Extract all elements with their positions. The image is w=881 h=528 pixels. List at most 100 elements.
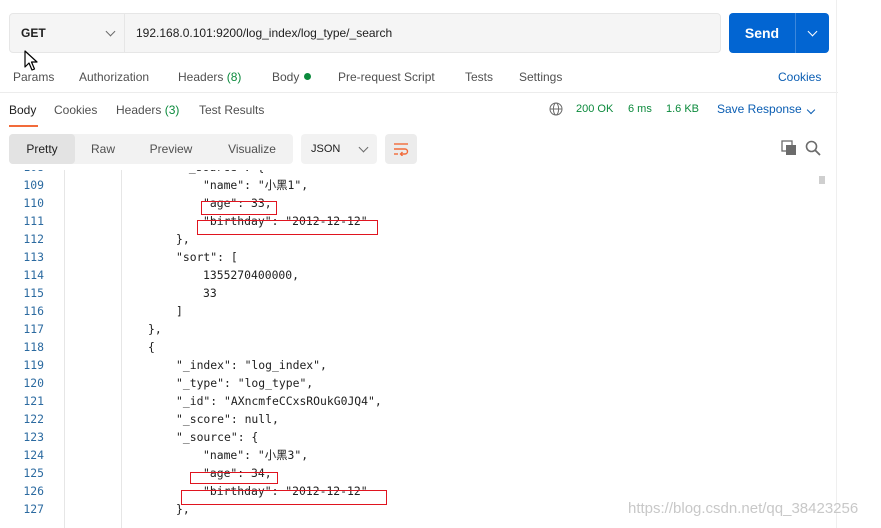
code-text: ]: [176, 304, 183, 318]
language-select[interactable]: JSON: [301, 134, 377, 164]
line-number: 117: [23, 322, 44, 336]
tab-authorization[interactable]: Authorization: [79, 70, 149, 84]
code-line: 115 33: [0, 284, 830, 302]
send-options-button[interactable]: [795, 13, 829, 53]
code-line: 124 "name": "小黑3",: [0, 446, 830, 464]
format-pretty-button[interactable]: Pretty: [9, 134, 75, 164]
code-line: 120 "_type": "log_type",: [0, 374, 830, 392]
line-number: 121: [23, 394, 44, 408]
line-number: 111: [23, 214, 44, 228]
response-body-viewer[interactable]: 108"_source": {109"name": "小黑1",110"age"…: [0, 170, 838, 528]
highlight-box-age-1: [201, 201, 277, 215]
method-label: GET: [21, 26, 46, 40]
code-line: 111 "birthday": "2012-12-12": [0, 212, 830, 230]
line-number: 112: [23, 232, 44, 246]
code-line: 109 "name": "小黑1",: [0, 176, 830, 194]
chevron-down-icon: [807, 26, 818, 36]
line-number: 114: [23, 268, 44, 282]
line-number: 124: [23, 448, 44, 462]
tab-body[interactable]: Body: [272, 70, 312, 84]
globe-icon[interactable]: [549, 102, 563, 116]
code-line: 113 "sort": [: [0, 248, 830, 266]
line-number: 125: [23, 466, 44, 480]
chevron-down-icon: [806, 105, 815, 115]
response-tab-headers[interactable]: Headers (3): [116, 103, 179, 117]
code-text: 33: [203, 286, 217, 300]
tab-body-label: Body: [272, 70, 300, 84]
line-number: 115: [23, 286, 44, 300]
divider: [0, 92, 838, 93]
request-bar: GET 192.168.0.101:9200/log_index/log_typ…: [9, 13, 721, 53]
scrollbar-thumb[interactable]: [819, 176, 825, 184]
code-line: 126 "birthday": "2012-12-12": [0, 482, 830, 500]
highlight-box-age-2: [190, 472, 278, 484]
send-button-group: Send: [729, 13, 829, 53]
send-button[interactable]: Send: [729, 13, 795, 53]
response-tab-body[interactable]: Body: [9, 103, 36, 117]
status-code[interactable]: 200 OK: [576, 103, 613, 115]
code-text: "_score": null,: [176, 412, 279, 426]
code-text: },: [148, 322, 162, 336]
response-headers-count: (3): [164, 103, 180, 117]
wrap-lines-button[interactable]: [385, 134, 417, 164]
response-time[interactable]: 6 ms: [628, 103, 652, 115]
code-line: 110 "age": 33,: [0, 194, 830, 212]
code-line: 119 "_index": "log_index",: [0, 356, 830, 374]
code-line: 112},: [0, 230, 830, 248]
line-number: 120: [23, 376, 44, 390]
line-number: 127: [23, 502, 44, 516]
body-indicator-dot: [304, 73, 312, 80]
cookies-link[interactable]: Cookies: [778, 70, 821, 84]
code-text: "_id": "AXncmfeCCxsROukG0JQ4",: [176, 394, 382, 408]
code-line: 125 "age": 34,: [0, 464, 830, 482]
line-number: 122: [23, 412, 44, 426]
divider: [836, 0, 837, 528]
method-select[interactable]: GET: [10, 14, 125, 52]
line-number: 110: [23, 196, 44, 210]
tab-params[interactable]: Params: [13, 70, 54, 84]
code-text: 1355270400000,: [203, 268, 300, 282]
url-input[interactable]: 192.168.0.101:9200/log_index/log_type/_s…: [125, 14, 720, 52]
chevron-down-icon: [358, 142, 369, 152]
tab-headers-label: Headers: [178, 70, 224, 84]
copy-icon[interactable]: [781, 140, 797, 156]
tab-pre-request-script[interactable]: Pre-request Script: [338, 70, 435, 84]
line-number: 116: [23, 304, 44, 318]
line-number: 109: [23, 178, 44, 192]
code-text: "_type": "log_type",: [176, 376, 314, 390]
response-tab-headers-label: Headers: [116, 103, 162, 117]
line-number: 113: [23, 250, 44, 264]
search-icon[interactable]: [805, 140, 821, 156]
code-text: {: [148, 340, 155, 354]
response-tab-test-results[interactable]: Test Results: [199, 103, 264, 117]
code-text: "_index": "log_index",: [176, 358, 327, 372]
code-text: "name": "小黑3",: [203, 448, 309, 462]
code-text: },: [176, 232, 190, 246]
format-toggle-group: Pretty Raw Preview Visualize: [9, 134, 293, 164]
tab-headers[interactable]: Headers (8): [178, 70, 241, 84]
tab-tests[interactable]: Tests: [465, 70, 493, 84]
response-size[interactable]: 1.6 KB: [666, 103, 699, 115]
code-line: 118 {: [0, 338, 830, 356]
code-line: 121 "_id": "AXncmfeCCxsROukG0JQ4",: [0, 392, 830, 410]
wrap-lines-icon: [394, 143, 409, 156]
response-tab-cookies[interactable]: Cookies: [54, 103, 97, 117]
code-text: "sort": [: [176, 250, 238, 264]
code-line: 117},: [0, 320, 830, 338]
request-tabs: Params Authorization Headers (8) Body Pr…: [0, 64, 838, 90]
headers-count: (8): [226, 70, 242, 84]
code-text: "name": "小黑1",: [203, 178, 309, 192]
save-response-button[interactable]: Save Response: [717, 102, 815, 116]
format-preview-button[interactable]: Preview: [131, 134, 211, 164]
line-number: 123: [23, 430, 44, 444]
chevron-down-icon: [105, 26, 116, 36]
highlight-box-birthday-2: [181, 490, 387, 505]
save-response-label: Save Response: [717, 102, 802, 116]
code-line: 114 1355270400000,: [0, 266, 830, 284]
code-line: 123 "_source": {: [0, 428, 830, 446]
tab-settings[interactable]: Settings: [519, 70, 562, 84]
code-line: 116]: [0, 302, 830, 320]
format-visualize-button[interactable]: Visualize: [211, 134, 293, 164]
format-raw-button[interactable]: Raw: [75, 134, 131, 164]
line-number: 118: [23, 340, 44, 354]
